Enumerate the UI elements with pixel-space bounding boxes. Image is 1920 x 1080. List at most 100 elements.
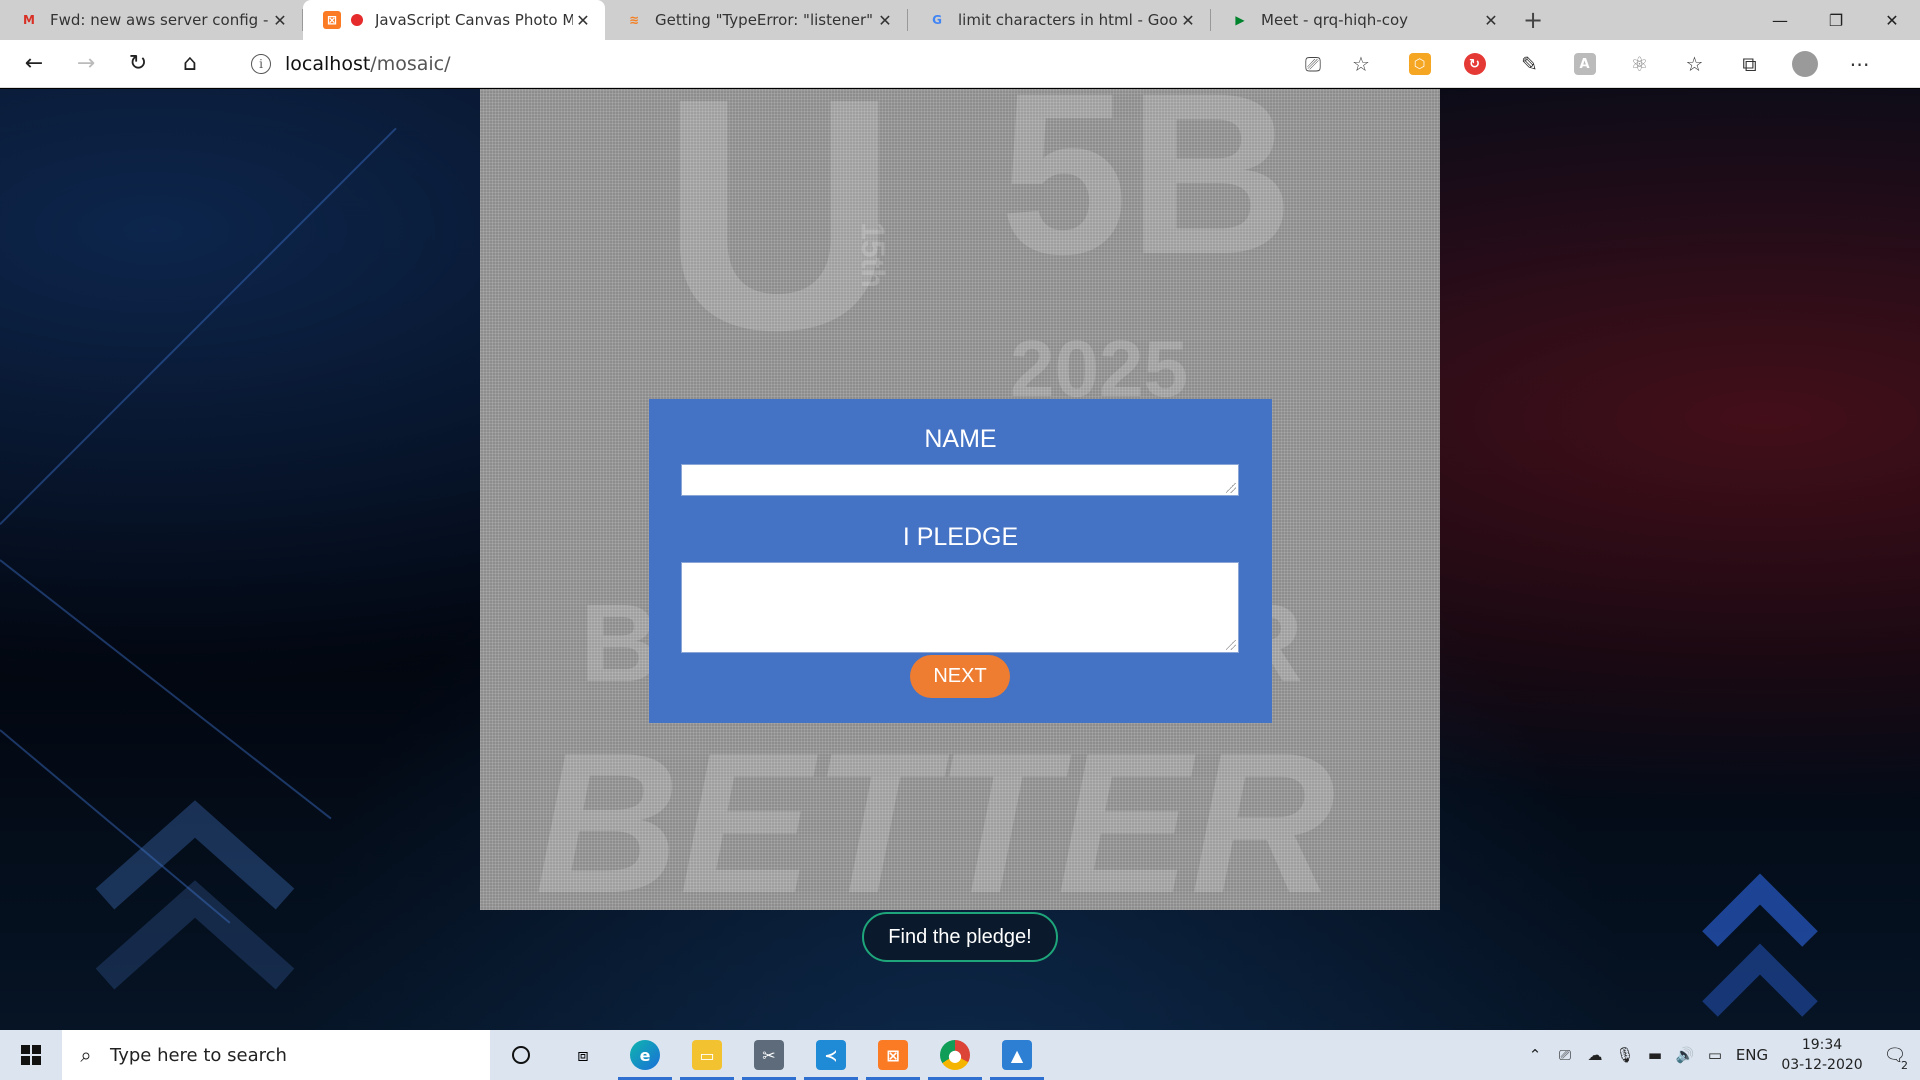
collections-button[interactable]: ⧉ [1722, 40, 1777, 88]
close-tab-icon[interactable]: ✕ [573, 10, 593, 30]
chevron-up-icon[interactable]: ⌃ [1520, 1046, 1550, 1064]
close-tab-icon[interactable]: ✕ [1178, 10, 1198, 30]
background-line [0, 127, 397, 525]
mosaic-ghost-line2: BETTER [535, 712, 1335, 911]
task-view-button[interactable]: ⧈ [552, 1030, 614, 1080]
taskbar: ⌕ Type here to search ⧈ e ▭ ✂ ≺ ⊠ ● ▲ ⌃ … [0, 1030, 1920, 1080]
extension-gray-icon: A [1573, 53, 1596, 75]
background-chevrons-left [95, 800, 295, 990]
extension-orange-icon: ⬡ [1408, 53, 1431, 75]
mosaic-ghost-side: 15th [854, 222, 891, 288]
extension-red-icon: ↻ [1463, 53, 1486, 75]
next-button[interactable]: NEXT [910, 655, 1010, 698]
page-content: U 15th 5B 2025 BE ER BETTER NAME I PLEDG… [0, 89, 1920, 1030]
favorites-button[interactable]: ☆ [1667, 40, 1722, 88]
extension-orange[interactable]: ⬡ [1392, 40, 1447, 88]
resize-grip-icon[interactable] [1226, 640, 1236, 650]
forward-button[interactable]: → [60, 40, 112, 88]
volume-icon[interactable]: 🔊 [1670, 1046, 1700, 1064]
taskbar-edge[interactable]: e [614, 1030, 676, 1080]
meet-now-icon[interactable]: ⎚ [1550, 1046, 1580, 1064]
microphone-icon[interactable]: 🎙 [1610, 1046, 1640, 1064]
clock-time: 19:34 [1801, 1037, 1843, 1053]
tab-stackoverflow[interactable]: ≋ Getting "TypeError: "listener" arg ✕ [605, 0, 907, 40]
minimize-button[interactable]: — [1752, 0, 1808, 40]
tab-google[interactable]: G limit characters in html - Google ✕ [908, 0, 1210, 40]
url-host: localhost [285, 53, 371, 75]
language-indicator[interactable]: ENG [1730, 1046, 1774, 1064]
back-button[interactable]: ← [8, 40, 60, 88]
extension-react[interactable]: ⚛ [1612, 40, 1667, 88]
profile-button[interactable] [1777, 40, 1832, 88]
paintbrush-icon: ✎ [1521, 52, 1538, 76]
tab-strip: M Fwd: new aws server config - pra ✕ ⊠ J… [0, 0, 1920, 40]
address-bar-actions: ⎚ ☆ [1289, 46, 1385, 82]
gmail-icon: M [23, 13, 35, 27]
close-tab-icon[interactable]: ✕ [270, 10, 290, 30]
close-window-button[interactable]: ✕ [1864, 0, 1920, 40]
xampp-icon: ⊠ [878, 1040, 908, 1070]
meet-icon: ▶ [1235, 13, 1245, 27]
taskbar-xampp[interactable]: ⊠ [862, 1030, 924, 1080]
window-controls: — ❐ ✕ [1752, 0, 1920, 40]
site-info-icon[interactable]: i [251, 54, 271, 74]
pledge-textarea[interactable] [681, 562, 1239, 653]
vscode-icon: ≺ [816, 1040, 846, 1070]
mosaic-ghost-right-top: 5B [1000, 89, 1295, 302]
collections-icon: ⧉ [1742, 52, 1757, 76]
favorite-star-icon[interactable]: ☆ [1337, 52, 1385, 76]
extension-red[interactable]: ↻ [1447, 40, 1502, 88]
close-tab-icon[interactable]: ✕ [1481, 10, 1501, 30]
resize-grip-icon[interactable] [1226, 483, 1236, 493]
tab-label: Getting "TypeError: "listener" arg [655, 11, 875, 29]
new-tab-button[interactable]: + [1513, 0, 1553, 40]
taskbar-search[interactable]: ⌕ Type here to search [62, 1030, 490, 1080]
find-pledge-button[interactable]: Find the pledge! [862, 912, 1058, 962]
camera-icon[interactable]: ⎚ [1289, 52, 1337, 76]
snipping-tool-icon: ✂ [754, 1040, 784, 1070]
url-path: /mosaic/ [370, 53, 451, 75]
chrome-icon: ● [940, 1040, 970, 1070]
xampp-icon: ⊠ [323, 11, 341, 29]
name-input[interactable] [681, 464, 1239, 496]
extension-paint[interactable]: ✎ [1502, 40, 1557, 88]
tab-mosaic[interactable]: ⊠ JavaScript Canvas Photo Mo ✕ [303, 0, 605, 40]
background-chevrons-right [1702, 873, 1818, 1017]
windows-logo-icon [21, 1045, 41, 1065]
search-icon: ⌕ [80, 1043, 92, 1067]
tab-gmail[interactable]: M Fwd: new aws server config - pra ✕ [0, 0, 302, 40]
notification-count: 2 [1901, 1058, 1908, 1072]
more-icon: ⋯ [1849, 52, 1870, 76]
clock[interactable]: 19:34 03-12-2020 [1774, 1035, 1870, 1075]
network-icon[interactable]: ▭ [1700, 1046, 1730, 1064]
cortana-button[interactable] [490, 1030, 552, 1080]
tab-label: JavaScript Canvas Photo Mo [375, 11, 573, 29]
address-bar[interactable]: i localhost/mosaic/ ⎚ ☆ [235, 46, 1385, 82]
battery-icon[interactable]: ▬ [1640, 1046, 1670, 1064]
refresh-button[interactable]: ↻ [112, 40, 164, 88]
restore-button[interactable]: ❐ [1808, 0, 1864, 40]
extensions-bar: ⬡ ↻ ✎ A ⚛ ☆ ⧉ ⋯ [1392, 40, 1887, 88]
favorites-list-icon: ☆ [1685, 52, 1704, 76]
folder-icon: ▭ [692, 1040, 722, 1070]
tab-meet[interactable]: ▶ Meet - qrq-hiqh-coy ✕ [1211, 0, 1513, 40]
tab-label: Meet - qrq-hiqh-coy [1261, 11, 1409, 29]
notification-center-button[interactable]: 🗨 2 [1870, 1045, 1920, 1072]
taskbar-vscode[interactable]: ≺ [800, 1030, 862, 1080]
task-view-icon: ⧈ [577, 1044, 589, 1066]
menu-button[interactable]: ⋯ [1832, 40, 1887, 88]
taskbar-chrome[interactable]: ● [924, 1030, 986, 1080]
taskbar-file-explorer[interactable]: ▭ [676, 1030, 738, 1080]
taskbar-photos[interactable]: ▲ [986, 1030, 1048, 1080]
home-button[interactable]: ⌂ [164, 40, 216, 88]
close-tab-icon[interactable]: ✕ [875, 10, 895, 30]
stackoverflow-icon: ≋ [628, 13, 640, 27]
taskbar-search-placeholder: Type here to search [110, 1044, 287, 1066]
react-icon: ⚛ [1630, 52, 1649, 76]
pledge-label: I PLEDGE [902, 523, 1019, 551]
extension-gray[interactable]: A [1557, 40, 1612, 88]
taskbar-snipping[interactable]: ✂ [738, 1030, 800, 1080]
onedrive-cloud-icon[interactable]: ☁ [1580, 1046, 1610, 1064]
clock-date: 03-12-2020 [1781, 1057, 1863, 1073]
start-button[interactable] [0, 1030, 62, 1080]
